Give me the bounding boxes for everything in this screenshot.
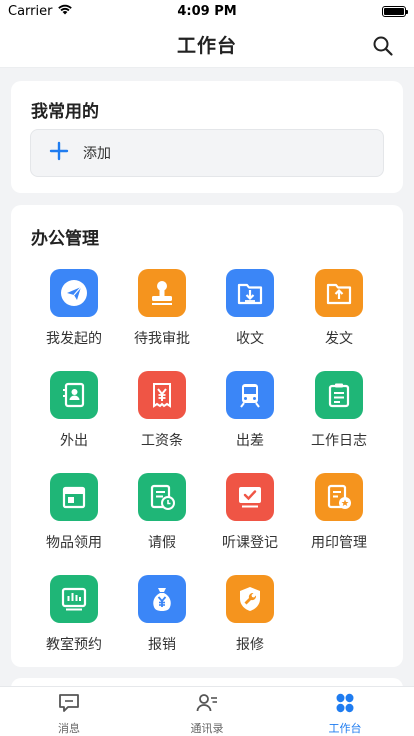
tab-bar: 消息 通讯录 工作台 — [0, 686, 414, 736]
app-label: 工资条 — [141, 433, 183, 449]
tab-label: 通讯录 — [190, 722, 224, 735]
box-icon — [50, 473, 98, 521]
app-work-log[interactable]: 工作日志 — [295, 371, 383, 461]
contact-book-icon — [50, 371, 98, 419]
bar-chart-board-icon — [50, 575, 98, 623]
nav-bar: 工作台 — [0, 22, 414, 68]
wrench-shield-icon — [226, 575, 274, 623]
app-label: 用印管理 — [311, 535, 367, 551]
app-item-requisition[interactable]: 物品领用 — [30, 473, 118, 563]
add-favorite-button[interactable]: 添加 — [30, 129, 384, 177]
favorites-title: 我常用的 — [31, 102, 99, 122]
favorites-card: 我常用的 添加 — [11, 81, 403, 193]
app-seal-management[interactable]: 用印管理 — [295, 473, 383, 563]
folder-download-icon — [226, 269, 274, 317]
tab-label: 消息 — [58, 722, 80, 735]
app-reimbursement[interactable]: 报销 — [118, 575, 206, 665]
form-clock-icon — [138, 473, 186, 521]
office-card: 办公管理 我发起的 待我审批 收文 发文 外出 工资条 出差 工作日志 物品领用… — [11, 205, 403, 667]
tab-workbench[interactable]: 工作台 — [276, 687, 414, 736]
add-label: 添加 — [83, 146, 111, 162]
office-title: 办公管理 — [31, 229, 99, 249]
app-my-initiated[interactable]: 我发起的 — [30, 269, 118, 359]
clipboard-icon — [315, 371, 363, 419]
app-label: 外出 — [60, 433, 88, 449]
app-leave[interactable]: 请假 — [118, 473, 206, 563]
tab-messages[interactable]: 消息 — [0, 687, 138, 736]
page-title: 工作台 — [176, 35, 237, 57]
money-bag-icon — [138, 575, 186, 623]
battery-level — [384, 7, 404, 15]
app-payslip[interactable]: 工资条 — [118, 371, 206, 461]
tab-contacts[interactable]: 通讯录 — [138, 687, 276, 736]
app-go-out[interactable]: 外出 — [30, 371, 118, 461]
contacts-icon — [196, 693, 218, 717]
app-label: 发文 — [325, 331, 353, 347]
app-pending-approval[interactable]: 待我审批 — [118, 269, 206, 359]
tab-label: 工作台 — [328, 722, 362, 735]
app-label: 出差 — [236, 433, 264, 449]
app-outgoing-docs[interactable]: 发文 — [295, 269, 383, 359]
carrier-label: Carrier — [8, 3, 53, 19]
status-bar: Carrier 4:09 PM — [0, 0, 414, 22]
app-label: 待我审批 — [134, 331, 190, 347]
workbench-icon — [334, 693, 356, 717]
app-label: 物品领用 — [46, 535, 102, 551]
app-classroom-booking[interactable]: 教室预约 — [30, 575, 118, 665]
app-incoming-docs[interactable]: 收文 — [206, 269, 294, 359]
message-icon — [58, 693, 80, 717]
paper-plane-icon — [50, 269, 98, 317]
app-repair[interactable]: 报修 — [206, 575, 294, 665]
monitor-check-icon — [226, 473, 274, 521]
seal-document-icon — [315, 473, 363, 521]
app-label: 工作日志 — [311, 433, 367, 449]
app-label: 教室预约 — [46, 637, 102, 653]
folder-upload-icon — [315, 269, 363, 317]
status-left: Carrier — [8, 3, 73, 19]
plus-icon — [49, 141, 69, 165]
search-icon[interactable] — [372, 35, 394, 57]
app-label: 报修 — [236, 637, 264, 653]
battery-icon — [382, 5, 408, 17]
app-label: 报销 — [148, 637, 176, 653]
app-label: 收文 — [236, 331, 264, 347]
app-label: 听课登记 — [222, 535, 278, 551]
app-class-observation[interactable]: 听课登记 — [206, 473, 294, 563]
app-label: 我发起的 — [46, 331, 102, 347]
app-business-trip[interactable]: 出差 — [206, 371, 294, 461]
app-label: 请假 — [148, 535, 176, 551]
wifi-icon — [57, 3, 73, 19]
stamp-icon — [138, 269, 186, 317]
train-icon — [226, 371, 274, 419]
yen-receipt-icon — [138, 371, 186, 419]
